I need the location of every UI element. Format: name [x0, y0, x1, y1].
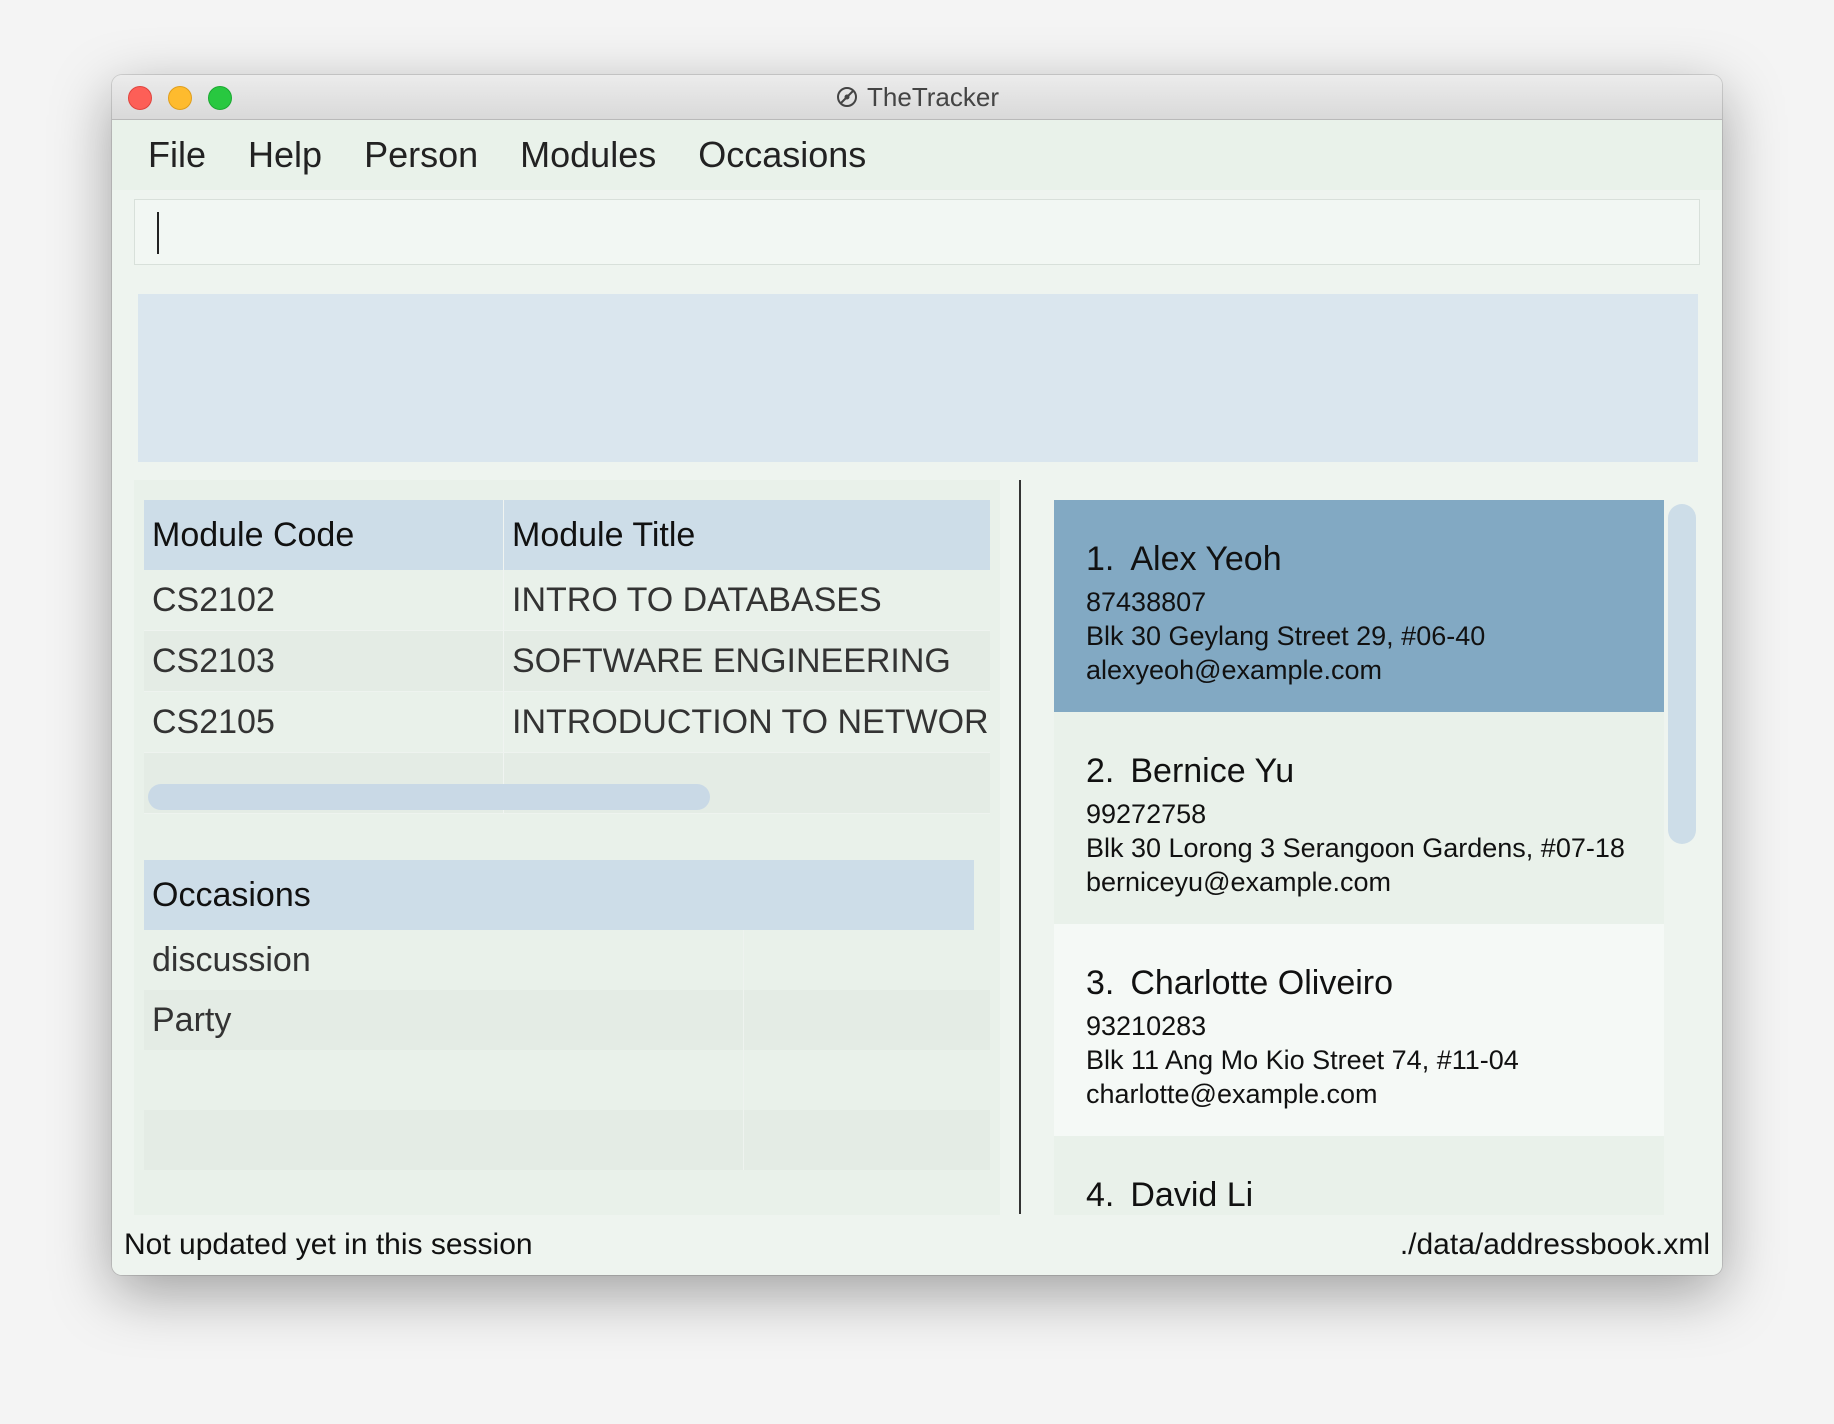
occasion-name: discussion [144, 930, 744, 990]
module-title: INTRO TO DATABASES [512, 580, 882, 619]
person-card[interactable]: 3. Charlotte Oliveiro 93210283 Blk 11 An… [1054, 924, 1664, 1136]
person-email: charlotte@example.com [1086, 1079, 1378, 1109]
column-header-module-title[interactable]: Module Title [504, 500, 990, 570]
module-title: INTRODUCTION TO NETWORKS [512, 702, 990, 741]
occasions-table: Occasions discussion Party [144, 860, 990, 1170]
table-row[interactable]: CS2103 SOFTWARE ENGINEERING [144, 631, 990, 692]
app-window: TheTracker File Help Person Modules Occa… [112, 75, 1722, 1275]
menu-person[interactable]: Person [364, 134, 478, 176]
table-row[interactable]: CS2105 INTRODUCTION TO NETWORKS [144, 692, 990, 753]
text-caret [157, 212, 159, 254]
person-phone: 99272758 [1086, 799, 1207, 829]
occasion-name: Party [144, 990, 744, 1050]
menu-help[interactable]: Help [248, 134, 322, 176]
person-email: alexyeoh@example.com [1086, 655, 1383, 685]
person-card[interactable]: 1. Alex Yeoh 87438807 Blk 30 Geylang Str… [1054, 500, 1664, 712]
person-name: Charlotte Oliveiro [1130, 964, 1394, 1002]
person-address: Blk 11 Ang Mo Kio Street 74, #11-04 [1086, 1045, 1519, 1075]
person-index: 1. [1086, 540, 1115, 578]
menu-modules[interactable]: Modules [520, 134, 656, 176]
table-row[interactable]: Party [144, 990, 990, 1050]
module-title: SOFTWARE ENGINEERING [512, 641, 951, 680]
person-index: 2. [1086, 752, 1115, 790]
column-header-occasions[interactable]: Occasions [144, 876, 311, 915]
sync-status: Not updated yet in this session [124, 1228, 533, 1261]
app-icon [837, 87, 858, 107]
module-code: CS2105 [144, 692, 504, 752]
window-title: TheTracker [867, 81, 999, 112]
title-bar: TheTracker [112, 75, 1722, 120]
modules-table: Module Code Module Title CS2102 INTRO TO… [144, 500, 990, 814]
person-address: Blk 30 Geylang Street 29, #06-40 [1086, 621, 1486, 651]
menu-occasions[interactable]: Occasions [698, 134, 866, 176]
person-index: 3. [1086, 964, 1115, 1002]
vertical-scrollbar[interactable] [1668, 504, 1696, 844]
occasions-table-header: Occasions [144, 860, 974, 930]
person-phone: 93210283 [1086, 1011, 1207, 1041]
module-code: CS2102 [144, 570, 504, 630]
person-name: Bernice Yu [1130, 752, 1295, 790]
horizontal-scrollbar[interactable] [148, 784, 710, 810]
person-address: Blk 30 Lorong 3 Serangoon Gardens, #07-1… [1086, 833, 1625, 863]
person-list: 1. Alex Yeoh 87438807 Blk 30 Geylang Str… [1054, 500, 1664, 1270]
result-display [138, 294, 1698, 462]
status-bar: Not updated yet in this session ./data/a… [112, 1215, 1722, 1275]
person-name: David Li [1130, 1176, 1254, 1214]
person-name: Alex Yeoh [1130, 540, 1282, 578]
person-index: 4. [1086, 1176, 1115, 1214]
modules-table-header: Module Code Module Title [144, 500, 990, 570]
left-panel: Module Code Module Title CS2102 INTRO TO… [134, 480, 1000, 1270]
table-row[interactable]: CS2102 INTRO TO DATABASES [144, 570, 990, 631]
save-location: ./data/addressbook.xml [1399, 1228, 1710, 1261]
split-pane-divider[interactable] [1019, 480, 1021, 1214]
person-phone: 87438807 [1086, 587, 1207, 617]
person-list-panel: 1. Alex Yeoh 87438807 Blk 30 Geylang Str… [1054, 500, 1710, 1270]
empty-table-row [144, 1110, 990, 1170]
module-code: CS2103 [144, 631, 504, 691]
table-row[interactable]: discussion [144, 930, 990, 990]
command-input[interactable] [134, 199, 1700, 265]
menu-bar: File Help Person Modules Occasions [112, 120, 1722, 190]
empty-table-row [144, 1050, 990, 1110]
column-header-module-code[interactable]: Module Code [144, 500, 504, 570]
menu-file[interactable]: File [148, 134, 206, 176]
person-card[interactable]: 2. Bernice Yu 99272758 Blk 30 Lorong 3 S… [1054, 712, 1664, 924]
person-email: berniceyu@example.com [1086, 867, 1392, 897]
